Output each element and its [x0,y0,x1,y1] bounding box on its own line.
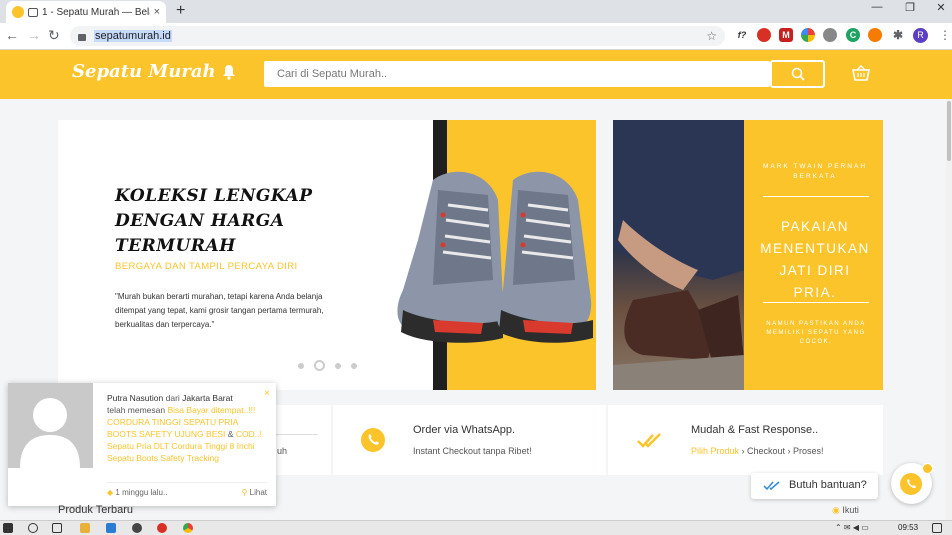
app-red-icon[interactable] [157,523,167,533]
reload-icon[interactable]: ↻ [48,27,60,44]
tab-close-icon[interactable]: × [154,6,160,18]
taskbar-clock: 09:53 [898,523,919,532]
shopping-basket-icon[interactable] [852,65,870,81]
extensions-puzzle-icon[interactable]: ✱ [891,28,905,42]
browser-tab[interactable]: 1 - Sepatu Murah — Belanja × [6,1,166,23]
app-icon[interactable] [132,523,142,533]
double-check-icon [637,433,661,448]
url-text: sepatumurah.id [94,30,172,42]
feature-3-title: Mudah & Fast Response.. [691,424,819,436]
action-text: telah memesan [107,405,166,415]
file-explorer-icon[interactable] [80,523,90,533]
feature-3-link[interactable]: Pilih Produk [691,446,739,456]
lock-icon [78,34,86,41]
sneakers-image [397,171,593,343]
amp-text: & [227,429,234,439]
extension-red-icon[interactable] [757,28,771,42]
minimize-button[interactable]: — [862,1,892,13]
chrome-taskbar-icon[interactable] [183,523,193,533]
search-icon [791,67,805,81]
double-check-icon [763,481,780,491]
bell-icon[interactable] [222,64,236,80]
tag-icon: ◆ [107,488,114,497]
feature-2-title: Order via WhatsApp. [413,424,516,436]
extension-chrome-icon[interactable] [801,28,815,42]
feature-2-desc: Instant Checkout tanpa Ribet! [413,446,532,456]
view-label: Lihat [249,488,267,497]
rss-icon: ◉ [832,505,840,515]
maximize-button[interactable]: ❐ [895,1,925,14]
start-icon[interactable] [3,523,13,533]
vscode-icon[interactable] [106,523,116,533]
notification-time: 1 minggu lalu.. [115,488,168,497]
search-taskbar-icon[interactable] [28,523,38,533]
close-window-button[interactable]: ✕ [926,1,952,14]
browser-menu-icon[interactable]: ⋮ [939,28,951,42]
hero-quote: "Murah bukan berarti murahan, tetapi kar… [115,292,324,329]
system-tray-icons[interactable]: ⌃ ✉ ◀ ▭ [835,523,869,532]
side-banner[interactable]: MARK TWAIN PERNAH BERKATA PAKAIAN MENENT… [613,120,883,390]
chat-prompt-label: Butuh bantuan? [789,479,867,491]
extension-m-icon[interactable]: M [779,28,793,42]
feature-card-whatsapp: Order via WhatsApp. Instant Checkout tan… [333,405,606,475]
feature-1-desc: uh [277,446,288,456]
carousel-dot[interactable] [298,362,304,369]
site-logo[interactable]: Sepatu Murah [72,61,216,82]
profile-avatar[interactable]: R [913,28,928,43]
notification-close-icon[interactable]: × [264,388,270,399]
site-favicon-icon [12,6,24,18]
search-icon: ⚲ [241,488,248,497]
follow-label: Ikuti [842,505,859,515]
hero-banner[interactable]: KOLEKSI LENGKAP DENGAN HARGA TERMURAH BE… [58,120,596,390]
feature-card-response: Mudah & Fast Response.. Pilih Produk › C… [608,405,883,475]
notification-footer: ◆ 1 minggu lalu.. ⚲ Lihat [107,482,267,497]
side-banner-bottom-text: NAMUN PASTIKAN ANDA MEMILIKI SEPATU YANG… [766,321,866,345]
divider [763,302,869,303]
forward-icon[interactable]: → [27,27,41,43]
extension-fx-icon[interactable]: f? [735,28,749,42]
scrollbar-thumb[interactable] [947,101,951,161]
feature-3-desc: › Checkout › Proses! [739,446,824,456]
divider [763,196,869,197]
page-scrollbar[interactable] [946,99,952,520]
carousel-dot-active[interactable] [314,360,325,371]
new-tab-button[interactable]: + [176,2,185,20]
address-bar[interactable]: sepatumurah.id ☆ [70,26,725,46]
carousel-indicators [298,360,357,371]
whatsapp-chat-button[interactable] [891,463,933,504]
chat-indicator-icon [28,7,38,17]
man-tying-shoes-image [613,120,744,390]
back-icon[interactable]: ← [5,27,19,43]
side-banner-top-text: MARK TWAIN PERNAH BERKATA [762,163,868,180]
bookmark-star-icon[interactable]: ☆ [706,29,717,43]
search-input[interactable]: Cari di Sepatu Murah.. [264,61,770,87]
notification-text: Putra Nasution dari Jakarta Barat telah … [107,392,265,464]
buyer-city: Jakarta Barat [182,393,233,403]
task-view-icon[interactable] [52,523,62,533]
extension-c-icon[interactable]: C [846,28,860,42]
tab-title: 1 - Sepatu Murah — Belanja [42,6,150,18]
carousel-dot[interactable] [351,362,357,369]
windows-taskbar [0,520,952,535]
notifications-icon[interactable] [932,523,942,533]
extension-orange-icon[interactable] [868,28,882,42]
chat-prompt[interactable]: Butuh bantuan? [751,473,878,499]
follow-link[interactable]: ◉ Ikuti [832,505,859,516]
buyer-avatar [8,383,93,468]
hero-subheadline: BERGAYA DAN TAMPIL PERCAYA DIRI [115,261,298,272]
carousel-dot[interactable] [335,362,341,369]
whatsapp-icon [900,473,922,495]
purchase-notification[interactable]: Putra Nasution dari Jakarta Barat telah … [8,383,276,506]
extension-cloud-icon[interactable] [823,28,837,42]
buyer-name: Putra Nasution [107,393,164,403]
search-button[interactable] [770,60,825,88]
section-title: Produk Terbaru [58,504,134,516]
notification-badge [922,463,933,474]
hero-headline: KOLEKSI LENGKAP DENGAN HARGA TERMURAH [115,186,313,256]
side-banner-main-text: PAKAIAN MENENTUKAN JATI DIRI PRIA. [760,219,870,300]
view-link[interactable]: ⚲ Lihat [242,488,267,497]
from-word: dari [165,393,180,403]
whatsapp-icon [361,428,385,452]
divider [273,434,318,435]
